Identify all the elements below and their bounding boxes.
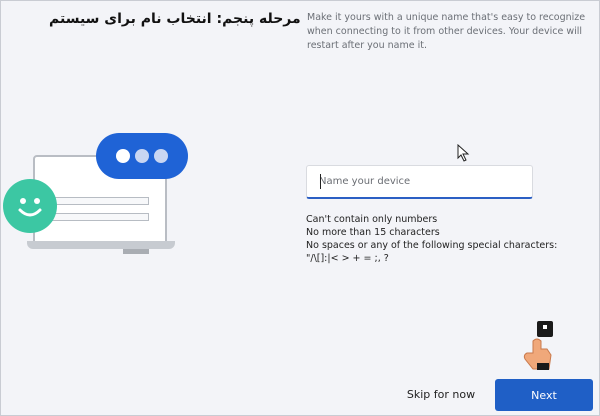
text-caret xyxy=(320,174,321,189)
rule-item: Can't contain only numbers xyxy=(306,214,438,225)
pointing-hand-icon xyxy=(523,321,553,370)
screen-field-line xyxy=(49,197,149,205)
rule-item: No more than 15 characters xyxy=(306,227,440,238)
mouse-pointer-icon xyxy=(457,144,470,162)
rule-item: "/\[]:|< > + = ;, ? xyxy=(306,253,389,264)
device-illustration xyxy=(1,121,201,254)
smiley-face-icon xyxy=(3,179,57,233)
tutorial-caption: مرحله پنجم: انتخاب نام برای سیستم xyxy=(49,11,301,27)
screen-field-line xyxy=(49,213,149,221)
laptop-base xyxy=(27,241,175,249)
chat-bubble-icon xyxy=(96,133,188,179)
naming-rules: Can't contain only numbers No more than … xyxy=(306,213,566,265)
device-name-input[interactable] xyxy=(306,165,533,199)
next-button[interactable]: Next xyxy=(495,379,593,411)
page-description: Make it yours with a unique name that's … xyxy=(307,12,586,51)
skip-for-now-button[interactable]: Skip for now xyxy=(393,379,489,409)
rule-item: No spaces or any of the following specia… xyxy=(306,240,558,251)
